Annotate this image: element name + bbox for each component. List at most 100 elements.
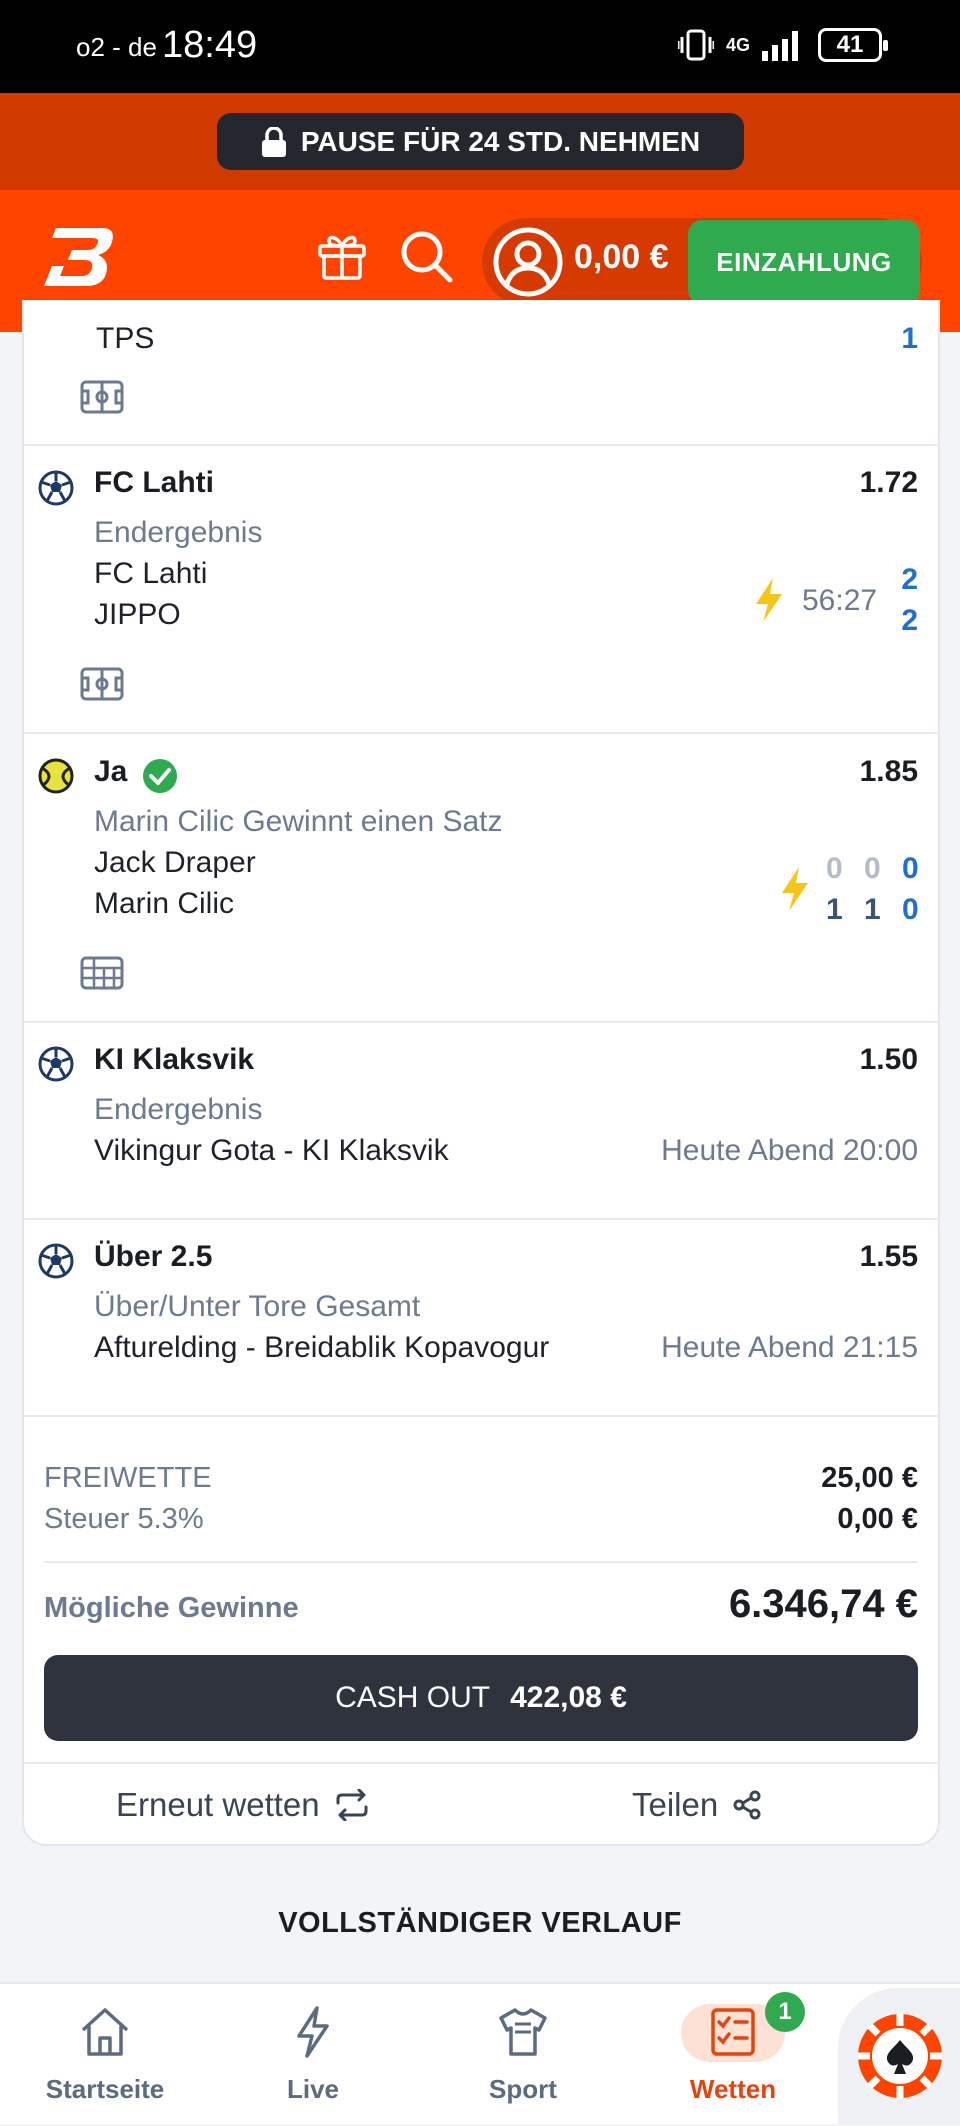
nav-home[interactable]: Startseite: [15, 1984, 195, 2126]
account-pill[interactable]: 0,00 € EINZAHLUNG: [482, 218, 922, 306]
kickoff-time: Heute Abend 21:15: [661, 1331, 918, 1364]
cut-selection-score: 1: [901, 322, 918, 355]
pitch-stats-icon[interactable]: [80, 667, 124, 701]
tennis-ball-icon: [38, 758, 74, 794]
nav-sport[interactable]: Sport: [433, 1984, 613, 2126]
rebet-label: Erneut wetten: [116, 1786, 320, 1823]
search-icon[interactable]: [398, 228, 454, 284]
bet-slip-card: TPS 1 FC Lahti 1.72 Endergebnis FC Lahti…: [22, 300, 940, 1846]
selection-title: Ja: [94, 755, 128, 788]
pitch-stats-icon[interactable]: [80, 380, 124, 414]
nav-label: Live: [286, 2074, 340, 2104]
jersey-icon: [499, 2008, 547, 2056]
bottom-nav: Startseite Live Sport 1 Wetten: [0, 1982, 960, 2124]
kickoff-time: Heute Abend 20:00: [661, 1134, 918, 1167]
casino-chip-button[interactable]: [838, 1988, 960, 2124]
winnings-value: 6.346,74 €: [728, 1582, 918, 1626]
signal-icon: [762, 31, 798, 61]
set-score: 0: [826, 852, 843, 885]
full-history-link[interactable]: VOLLSTÄNDIGER VERLAUF: [0, 1907, 960, 1940]
divider: [24, 1415, 938, 1417]
live-bolt-icon: [756, 578, 782, 622]
score-home: 2: [901, 563, 918, 596]
gift-icon[interactable]: [316, 230, 368, 282]
nav-live[interactable]: Live: [223, 1984, 403, 2126]
vibrate-icon: [677, 29, 714, 61]
game-score: 0: [902, 852, 919, 885]
casino-chip-icon: [858, 2014, 942, 2098]
lock-icon: [261, 126, 286, 157]
match-name: Vikingur Gota - KI Klaksvik: [94, 1134, 449, 1167]
market-name: Über/Unter Tore Gesamt: [94, 1290, 421, 1323]
team-away: JIPPO: [94, 598, 181, 631]
football-icon: [38, 1046, 74, 1082]
selection-odds: 1.55: [859, 1240, 918, 1273]
divider: [24, 732, 938, 734]
share-icon: [733, 1790, 761, 1820]
team-home: FC Lahti: [94, 557, 208, 590]
football-icon: [38, 1243, 74, 1279]
selection-title: FC Lahti: [94, 466, 214, 499]
network-label: 4G: [725, 34, 750, 55]
nav-label: Wetten: [689, 2074, 777, 2104]
nav-bets[interactable]: 1 Wetten: [643, 1984, 823, 2126]
check-circle-icon: [143, 759, 177, 793]
freebet-value: 25,00 €: [821, 1462, 918, 1494]
tax-value: 0,00 €: [837, 1503, 918, 1535]
pause-24h-button[interactable]: PAUSE FÜR 24 STD. NEHMEN: [217, 113, 744, 170]
bet-slip-icon: [711, 2008, 755, 2056]
cut-selection-title: TPS: [96, 322, 155, 355]
game-score: 0: [902, 893, 919, 926]
divider: [24, 1021, 938, 1023]
nav-label: Startseite: [45, 2074, 165, 2104]
share-button[interactable]: Teilen: [632, 1786, 762, 1824]
winnings-label: Mögliche Gewinne: [44, 1592, 299, 1624]
carrier-label: o2 - de: [76, 32, 157, 62]
nav-label: Sport: [489, 2074, 557, 2104]
pause-banner: PAUSE FÜR 24 STD. NEHMEN: [0, 93, 960, 190]
selection-title: KI Klaksvik: [94, 1043, 255, 1076]
selection-odds: 1.72: [859, 466, 918, 499]
score-away: 2: [901, 604, 918, 637]
live-bolt-icon: [782, 867, 808, 911]
share-label: Teilen: [632, 1786, 719, 1823]
match-name: Afturelding - Breidablik Kopavogur: [94, 1331, 550, 1364]
brand-logo[interactable]: [42, 222, 118, 292]
player-2: Marin Cilic: [94, 887, 235, 920]
football-icon: [38, 470, 74, 506]
rebet-button[interactable]: Erneut wetten: [116, 1786, 370, 1824]
freebet-label: FREIWETTE: [44, 1462, 212, 1494]
live-time: 56:27: [802, 584, 878, 617]
selection-title: Über 2.5: [94, 1240, 213, 1273]
scoreboard-icon[interactable]: [80, 956, 124, 990]
divider: [24, 1218, 938, 1220]
divider: [44, 1561, 918, 1563]
player-1: Jack Draper: [94, 846, 256, 879]
cash-out-label: CASH OUT: [335, 1681, 491, 1714]
user-avatar-icon[interactable]: [492, 226, 564, 298]
pause-label: PAUSE FÜR 24 STD. NEHMEN: [300, 125, 701, 157]
repeat-icon: [336, 1789, 368, 1821]
clock: 18:49: [162, 24, 258, 66]
cash-out-button[interactable]: CASH OUT 422,08 €: [44, 1655, 918, 1741]
balance-amount: 0,00 €: [574, 238, 669, 276]
deposit-button[interactable]: EINZAHLUNG: [688, 220, 920, 304]
divider: [24, 1762, 938, 1764]
divider: [24, 444, 938, 446]
selection-odds: 1.85: [859, 755, 918, 788]
system-icons: 4G 41: [677, 28, 888, 62]
cash-out-amount: 422,08 €: [510, 1681, 627, 1714]
set-score: 0: [864, 852, 881, 885]
market-name: Endergebnis: [94, 516, 263, 549]
bets-count-badge: 1: [765, 1992, 805, 2032]
battery-level: 41: [836, 31, 864, 58]
market-name: Endergebnis: [94, 1093, 263, 1126]
market-name: Marin Cilic Gewinnt einen Satz: [94, 805, 503, 838]
status-bar: o2 - de 18:49 4G 41: [0, 0, 960, 93]
tax-label: Steuer 5.3%: [44, 1503, 204, 1535]
battery-icon: 41: [818, 28, 888, 62]
home-icon: [81, 2008, 129, 2056]
selection-odds: 1.50: [859, 1043, 918, 1076]
set-score: 1: [826, 893, 843, 926]
set-score: 1: [864, 893, 881, 926]
